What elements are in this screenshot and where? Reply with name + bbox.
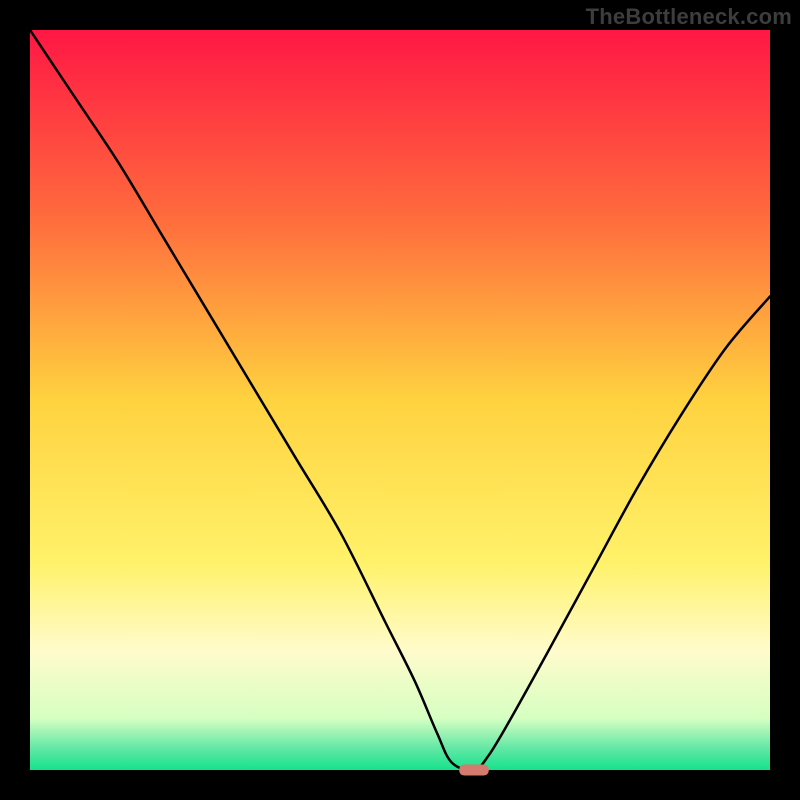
optimal-point-marker: [459, 764, 489, 775]
chart-plot-background: [30, 30, 770, 770]
bottleneck-chart: TheBottleneck.com: [0, 0, 800, 800]
chart-svg: [0, 0, 800, 800]
